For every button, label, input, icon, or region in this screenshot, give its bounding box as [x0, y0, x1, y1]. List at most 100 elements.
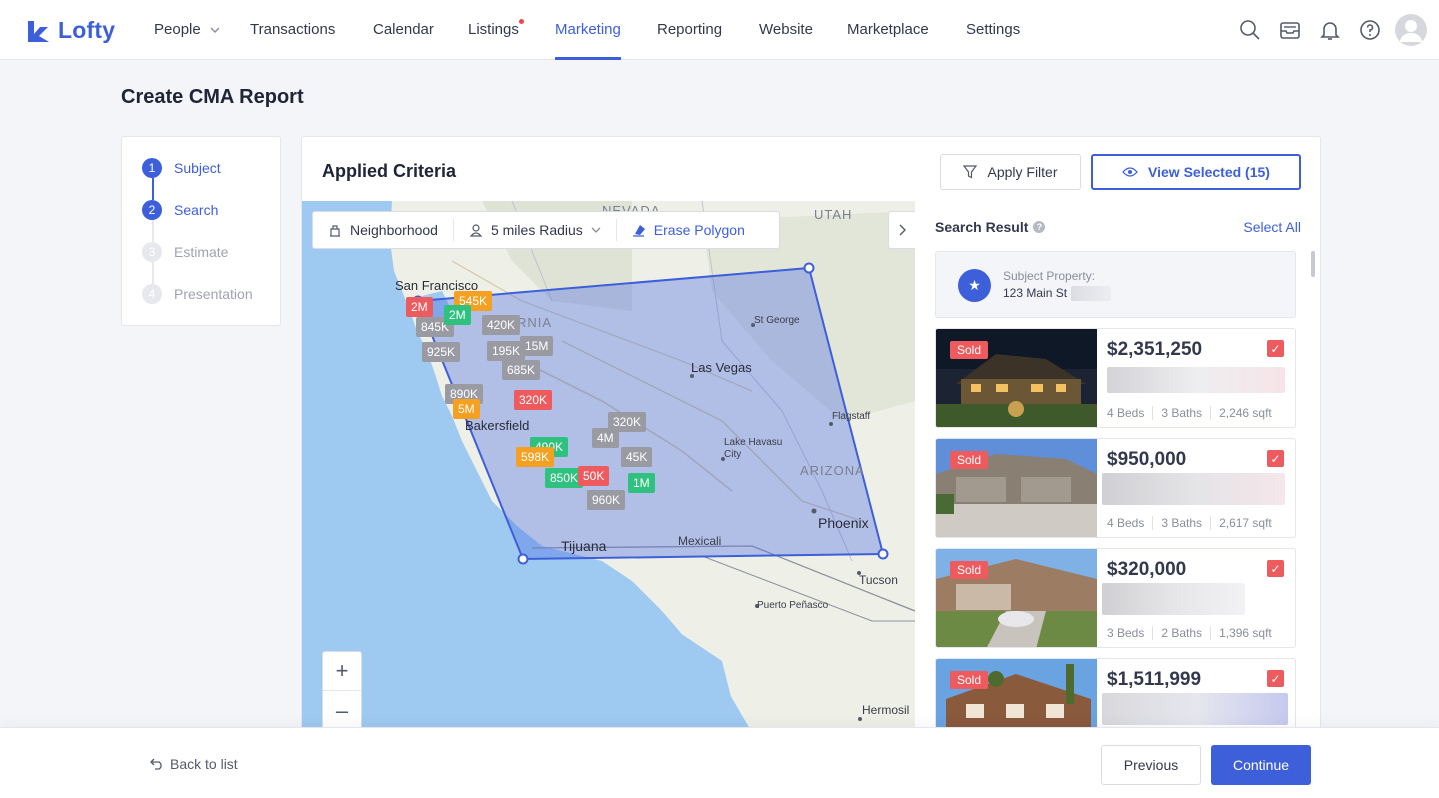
select-checkbox[interactable]: ✓ — [1267, 340, 1284, 357]
app-name: Lofty — [58, 17, 116, 43]
price-pin[interactable]: 925K — [422, 342, 461, 362]
price-pin[interactable]: 320K — [514, 390, 553, 410]
nav-reporting-label: Reporting — [657, 21, 723, 38]
select-all-link[interactable]: Select All — [1243, 219, 1301, 235]
step-number: 3 — [142, 242, 162, 262]
nav-transactions[interactable]: Transactions — [250, 0, 335, 60]
listing-specs: 4 Beds 3 Baths 2,246 sqft — [1107, 406, 1272, 420]
step-estimate: 3 Estimate — [142, 241, 228, 263]
collapse-results-button[interactable] — [888, 211, 915, 249]
apply-filter-label: Apply Filter — [987, 164, 1058, 180]
price-pin[interactable]: 2M — [444, 305, 471, 325]
map-label-flagstaff: Flagstaff — [832, 411, 871, 422]
nav-marketing-label: Marketing — [555, 21, 621, 38]
previous-button[interactable]: Previous — [1101, 745, 1201, 785]
erase-polygon-button[interactable]: Erase Polygon — [617, 212, 760, 248]
continue-button[interactable]: Continue — [1211, 745, 1311, 785]
map-label-arizona: ARIZONA — [800, 463, 865, 478]
price-pin[interactable]: 2M — [406, 297, 433, 317]
zoom-in-button[interactable]: + — [323, 652, 361, 691]
inbox-icon[interactable] — [1278, 18, 1302, 42]
listing-price: $950,000 — [1107, 449, 1187, 470]
chevron-down-icon — [591, 227, 601, 233]
listing-sqft: 2,246 sqft — [1210, 406, 1272, 420]
bell-icon[interactable] — [1318, 18, 1342, 42]
map-label-tijuana: Tijuana — [561, 538, 607, 554]
listing-card[interactable]: Sold $320,000 ✓ 3 Beds 2 Baths 1,396 sqf… — [935, 548, 1296, 648]
price-pin[interactable]: 685K — [502, 360, 541, 380]
back-to-list-link[interactable]: Back to list — [150, 756, 238, 772]
step-label: Estimate — [174, 244, 229, 260]
search-result-title: Search Result — [935, 219, 1029, 235]
step-connector — [152, 262, 154, 284]
criteria-card: Applied Criteria Apply Filter View Selec… — [301, 136, 1321, 736]
map-label-tucson: Tucson — [859, 573, 898, 587]
step-search[interactable]: 2 Search — [142, 199, 218, 221]
notification-dot — [518, 19, 524, 24]
nav-listings[interactable]: Listings — [468, 0, 524, 60]
sold-badge: Sold — [950, 451, 989, 469]
select-checkbox[interactable]: ✓ — [1267, 670, 1284, 687]
star-icon: ★ — [958, 269, 991, 302]
redacted-address — [1102, 583, 1245, 615]
radius-label: 5 miles Radius — [490, 222, 583, 238]
price-pin[interactable]: 598K — [516, 447, 555, 467]
nav-calendar[interactable]: Calendar — [373, 0, 434, 60]
nav-website[interactable]: Website — [759, 0, 813, 60]
listing-baths: 2 Baths — [1152, 626, 1202, 640]
radius-select[interactable]: 5 miles Radius — [454, 212, 616, 248]
listing-card[interactable]: Sold $1,511,999 ✓ — [935, 658, 1296, 735]
neighborhood-button[interactable]: Neighborhood — [313, 212, 453, 248]
map-label-california: RNIA — [517, 315, 553, 330]
nav-settings-label: Settings — [966, 21, 1021, 38]
price-pin[interactable]: 4M — [592, 428, 619, 448]
price-pin[interactable]: 45K — [621, 447, 653, 467]
scrollbar[interactable] — [1311, 251, 1315, 277]
nav-calendar-label: Calendar — [373, 21, 434, 38]
map-label-phoenix: Phoenix — [818, 515, 869, 531]
map-label-hermosillo: Hermosil — [862, 703, 910, 717]
price-pin[interactable]: 1M — [628, 473, 655, 493]
footer-bar: Back to list Previous Continue — [0, 727, 1439, 798]
nav-settings[interactable]: Settings — [966, 0, 1020, 60]
view-selected-label: View Selected (15) — [1148, 164, 1270, 180]
nav-marketing[interactable]: Marketing — [555, 0, 621, 60]
price-pin[interactable]: 195K — [487, 341, 526, 361]
listing-price: $2,351,250 — [1107, 339, 1203, 360]
select-checkbox[interactable]: ✓ — [1267, 560, 1284, 577]
listing-specs: 4 Beds 3 Baths 2,617 sqft — [1107, 516, 1272, 530]
price-pin[interactable]: 5M — [453, 399, 480, 419]
help-icon[interactable] — [1358, 18, 1382, 42]
listing-card[interactable]: Sold $2,351,250 ✓ 4 Beds 3 Baths 2,246 s… — [935, 328, 1296, 428]
lofty-logo[interactable]: Lofty — [26, 17, 115, 44]
listing-sqft: 2,617 sqft — [1210, 516, 1272, 530]
criteria-title: Applied Criteria — [322, 161, 457, 181]
sold-badge: Sold — [950, 561, 989, 579]
step-label: Presentation — [174, 286, 253, 302]
avatar[interactable] — [1395, 14, 1427, 46]
eraser-icon — [632, 225, 645, 237]
step-subject[interactable]: 1 Subject — [142, 157, 221, 179]
zoom-out-button[interactable]: – — [323, 691, 361, 730]
back-to-list-label: Back to list — [170, 756, 238, 772]
nav-people-label: People — [154, 21, 201, 38]
price-pin[interactable]: 50K — [578, 466, 610, 486]
neighborhood-label: Neighborhood — [350, 222, 438, 238]
help-icon[interactable]: ? — [1033, 221, 1046, 233]
apply-filter-button[interactable]: Apply Filter — [940, 154, 1081, 190]
view-selected-button[interactable]: View Selected (15) — [1091, 154, 1301, 190]
price-pin[interactable]: 960K — [587, 490, 626, 510]
nav-marketplace[interactable]: Marketplace — [847, 0, 929, 60]
search-icon[interactable] — [1238, 18, 1262, 42]
map-view[interactable]: NEVADA UTAH ARIZONA RNIA San Francisco S… — [302, 201, 915, 735]
price-pin[interactable]: 420K — [482, 315, 521, 335]
listing-beds: 3 Beds — [1107, 626, 1145, 640]
listing-card[interactable]: Sold $950,000 ✓ 4 Beds 3 Baths 2,617 sqf… — [935, 438, 1296, 538]
nav-people[interactable]: People — [154, 0, 220, 60]
listing-sqft: 1,396 sqft — [1210, 626, 1272, 640]
listing-beds: 4 Beds — [1107, 516, 1145, 530]
step-number: 4 — [142, 284, 162, 304]
nav-reporting[interactable]: Reporting — [657, 0, 722, 60]
select-checkbox[interactable]: ✓ — [1267, 450, 1284, 467]
top-nav: Lofty People Transactions Calendar Listi… — [0, 0, 1439, 60]
